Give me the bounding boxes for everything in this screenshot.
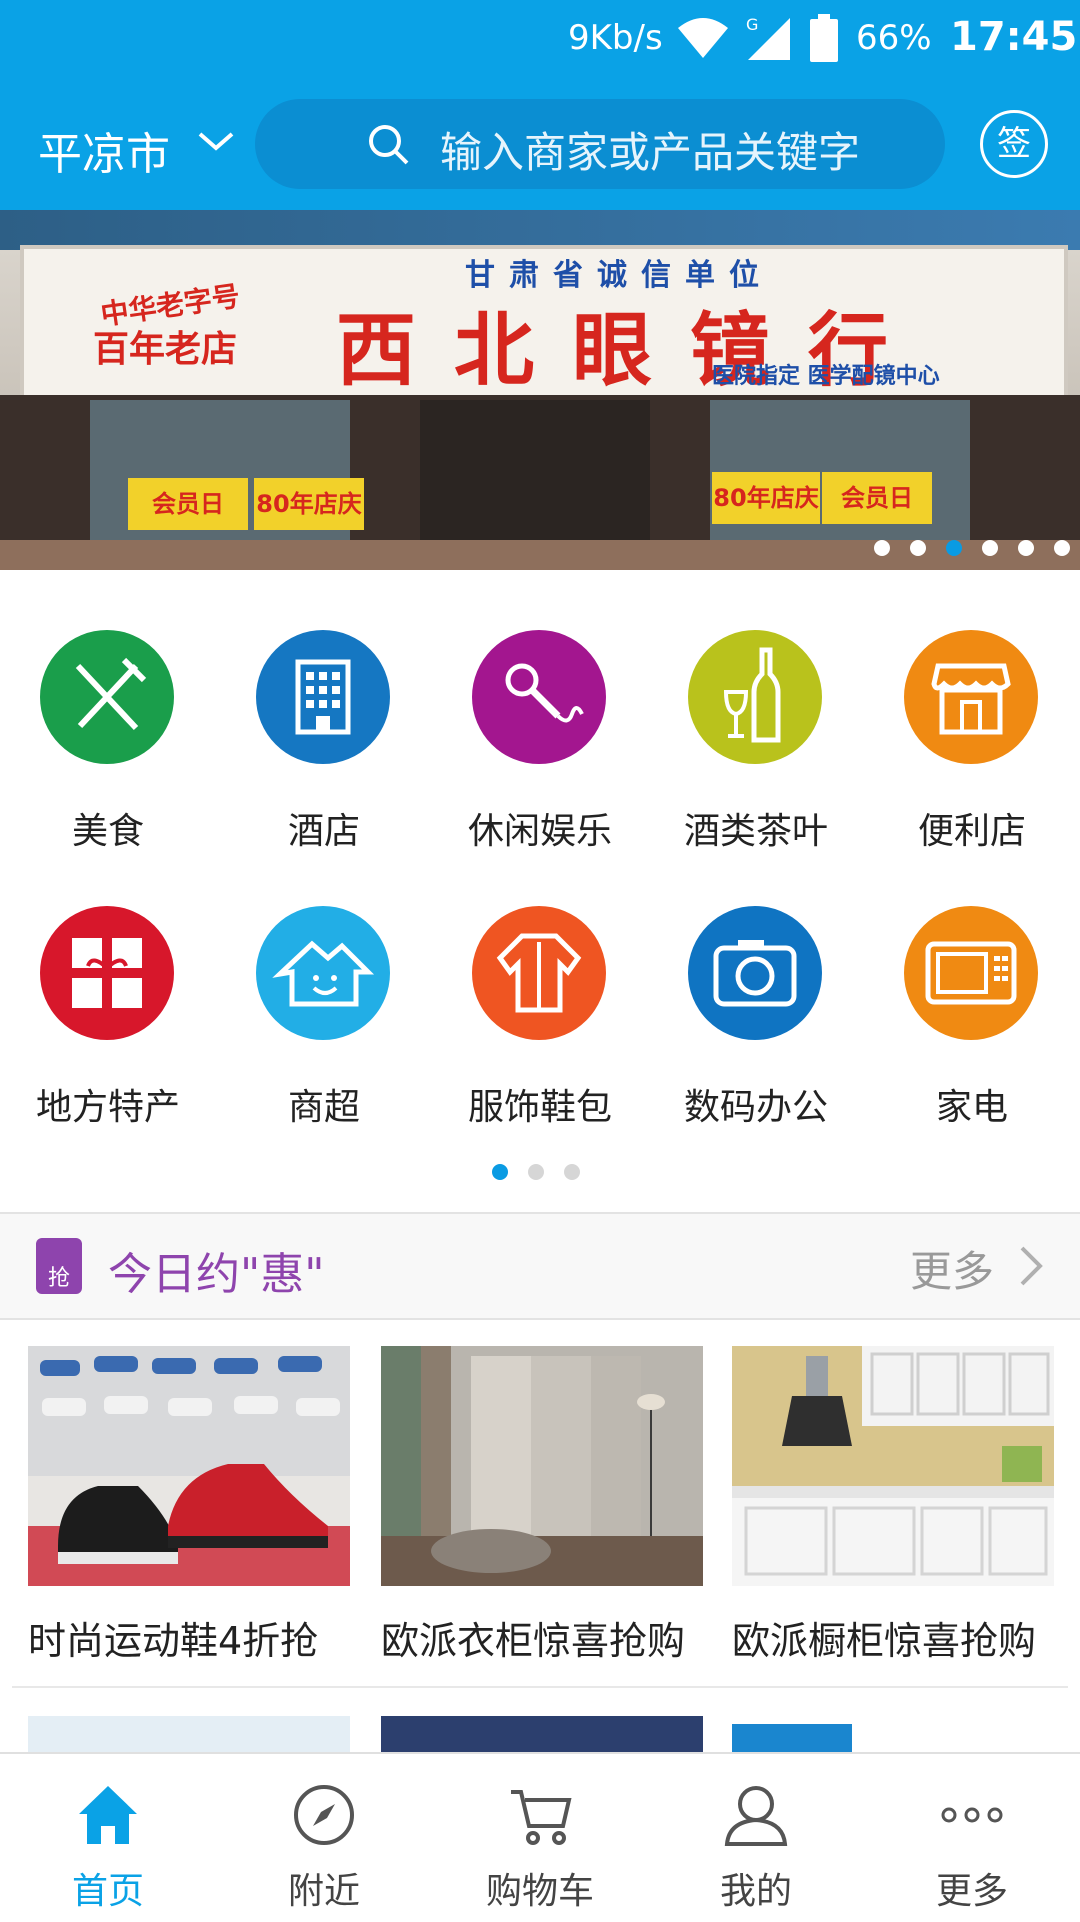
chevron-right-icon[interactable] xyxy=(1016,1244,1044,1288)
banner-poster: 会员日 xyxy=(128,478,248,530)
tab-more[interactable]: 更多 xyxy=(864,1754,1080,1922)
storefront-icon xyxy=(904,630,1038,764)
search-input[interactable]: 输入商家或产品关键字 xyxy=(255,99,945,189)
search-icon xyxy=(369,125,409,165)
category-local-specialty[interactable]: 地方特产 xyxy=(8,906,208,1136)
banner-dot[interactable] xyxy=(1054,540,1070,556)
deal-title: 时尚运动鞋4折抢 xyxy=(28,1619,319,1663)
cabinet-image xyxy=(732,1346,1054,1586)
tab-label: 首页 xyxy=(71,1871,144,1912)
city-selector[interactable]: 平凉市 xyxy=(38,118,170,182)
wine-bottle-icon xyxy=(688,630,822,764)
category-wine-tea[interactable]: 酒类茶叶 xyxy=(656,630,856,860)
category-entertainment[interactable]: 休闲娱乐 xyxy=(440,630,640,860)
category-food[interactable]: 美食 xyxy=(8,630,208,860)
home-icon xyxy=(79,1786,137,1844)
wifi-icon xyxy=(678,18,728,58)
signal-label: G xyxy=(746,15,758,34)
tab-nearby[interactable]: 附近 xyxy=(216,1754,432,1922)
hotel-building-icon xyxy=(256,630,390,764)
tab-mine[interactable]: 我的 xyxy=(648,1754,864,1922)
tab-label: 附近 xyxy=(287,1871,360,1912)
search-placeholder: 输入商家或产品关键字 xyxy=(440,128,861,177)
category-label: 酒类茶叶 xyxy=(683,811,828,852)
banner-dot[interactable] xyxy=(910,540,926,556)
user-icon xyxy=(724,1786,788,1846)
category-page-dot[interactable] xyxy=(528,1164,544,1180)
compass-icon xyxy=(294,1785,354,1845)
category-label: 休闲娱乐 xyxy=(467,811,612,852)
banner-left-tag2: 百年老店 xyxy=(93,329,238,370)
banner-right-tag: 医院指定 医学配镜中心 xyxy=(712,364,940,389)
microwave-icon xyxy=(904,906,1038,1040)
category-digital-office[interactable]: 数码办公 xyxy=(656,906,856,1136)
category-label: 便利店 xyxy=(917,811,1026,852)
category-label: 美食 xyxy=(71,811,144,852)
bottom-tab-bar: 首页 附近 购物车 我的 更多 xyxy=(0,1752,1080,1922)
sign-in-button[interactable]: 签 xyxy=(980,110,1048,178)
deal-icon-label: 抢 xyxy=(47,1266,70,1291)
cart-icon xyxy=(511,1790,572,1845)
wardrobe-image xyxy=(381,1346,703,1586)
category-label: 服饰鞋包 xyxy=(467,1087,612,1128)
promo-banner[interactable]: 甘肃省诚信单位 西北眼镜行 中华老字号 百年老店 医院指定 医学配镜中心 会员日… xyxy=(0,210,1080,570)
category-label: 商超 xyxy=(287,1087,360,1128)
deal-title: 欧派衣柜惊喜抢购 xyxy=(381,1619,686,1663)
house-smile-icon xyxy=(256,906,390,1040)
banner-dot-active[interactable] xyxy=(946,540,962,556)
category-appliances[interactable]: 家电 xyxy=(872,906,1072,1136)
category-label: 酒店 xyxy=(287,811,360,852)
tab-cart[interactable]: 购物车 xyxy=(432,1754,648,1922)
gift-icon xyxy=(40,906,174,1040)
banner-dot[interactable] xyxy=(982,540,998,556)
shoes-image xyxy=(28,1346,350,1586)
banner-poster: 80年店庆 xyxy=(254,478,364,530)
camera-icon xyxy=(688,906,822,1040)
category-convenience[interactable]: 便利店 xyxy=(872,630,1072,860)
clock: 17:45 xyxy=(950,14,1078,60)
banner-dot[interactable] xyxy=(1018,540,1034,556)
network-speed: 9Kb/s xyxy=(568,18,663,58)
deals-title: 今日约"惠" xyxy=(108,1249,325,1300)
more-dots-icon xyxy=(941,1807,1003,1823)
category-page-dot-active[interactable] xyxy=(492,1164,508,1180)
microphone-icon xyxy=(472,630,606,764)
deals-header: 抢 今日约"惠" 更多 xyxy=(0,1212,1080,1320)
category-label: 家电 xyxy=(935,1087,1008,1128)
category-page-dot[interactable] xyxy=(564,1164,580,1180)
category-hotel[interactable]: 酒店 xyxy=(224,630,424,860)
deal-card-partial[interactable] xyxy=(381,1716,703,1752)
banner-dot[interactable] xyxy=(874,540,890,556)
tab-label: 更多 xyxy=(935,1871,1008,1912)
tab-label: 我的 xyxy=(719,1871,792,1912)
banner-poster: 80年店庆 xyxy=(712,472,820,524)
signal-icon: G xyxy=(746,15,790,60)
battery-icon xyxy=(810,14,838,62)
deal-tag-icon: 抢 xyxy=(36,1238,82,1294)
tab-home[interactable]: 首页 xyxy=(0,1754,216,1922)
shirt-icon xyxy=(472,906,606,1040)
category-supermarket[interactable]: 商超 xyxy=(224,906,424,1136)
banner-poster: 会员日 xyxy=(822,472,932,524)
status-bar: 9Kb/s G 66% 17:45 xyxy=(0,0,1080,80)
deals-more-link[interactable]: 更多 xyxy=(910,1238,994,1299)
category-label: 地方特产 xyxy=(35,1087,180,1128)
category-label: 数码办公 xyxy=(683,1087,828,1128)
battery-percent: 66% xyxy=(856,18,932,58)
top-bar: 9Kb/s G 66% 17:45 平凉市 输入商家或产品关键字 签 xyxy=(0,0,1080,210)
deal-card-partial[interactable] xyxy=(732,1716,1054,1752)
deal-title: 欧派橱柜惊喜抢购 xyxy=(732,1619,1037,1663)
chevron-down-icon[interactable] xyxy=(196,126,236,156)
category-apparel[interactable]: 服饰鞋包 xyxy=(440,906,640,1136)
tab-label: 购物车 xyxy=(485,1871,594,1912)
fork-knife-icon xyxy=(40,630,174,764)
deal-card-partial[interactable] xyxy=(28,1716,350,1752)
